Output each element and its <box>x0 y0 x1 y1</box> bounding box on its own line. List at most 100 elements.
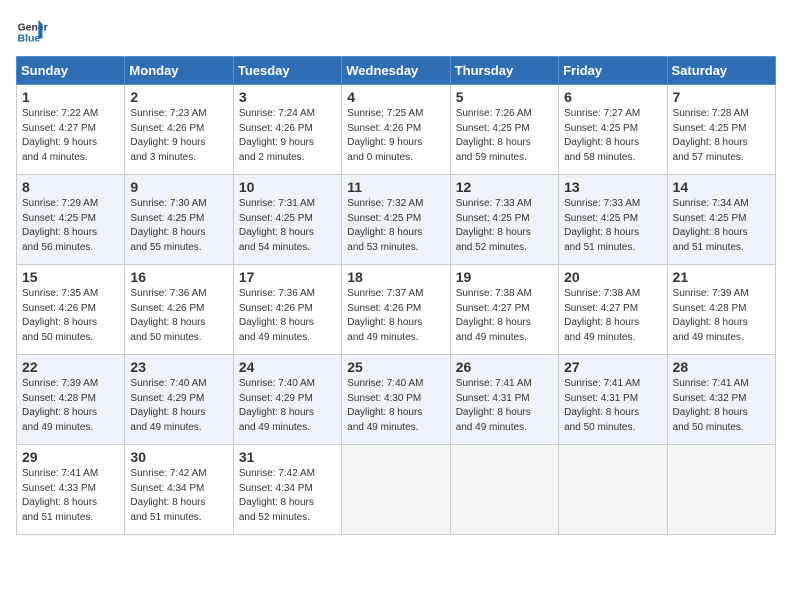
calendar-cell: 31 Sunrise: 7:42 AM Sunset: 4:34 PM Dayli… <box>233 445 341 535</box>
day-number: 25 <box>347 359 444 375</box>
day-info: Sunrise: 7:36 AM Sunset: 4:26 PM Dayligh… <box>130 287 227 345</box>
day-info: Sunrise: 7:41 AM Sunset: 4:31 PM Dayligh… <box>456 377 553 435</box>
day-number: 26 <box>456 359 553 375</box>
day-number: 3 <box>239 89 336 105</box>
calendar-cell: 24 Sunrise: 7:40 AM Sunset: 4:29 PM Dayli… <box>233 355 341 445</box>
day-info: Sunrise: 7:40 AM Sunset: 4:30 PM Dayligh… <box>347 377 444 435</box>
calendar-cell: 21Sunrise: 7:39 AM Sunset: 4:28 PM Dayli… <box>667 265 775 355</box>
day-number: 28 <box>673 359 770 375</box>
day-info: Sunrise: 7:42 AM Sunset: 4:34 PM Dayligh… <box>239 467 336 525</box>
day-info: Sunrise: 7:38 AM Sunset: 4:27 PM Dayligh… <box>564 287 661 345</box>
calendar-week-row: 1 Sunrise: 7:22 AM Sunset: 4:27 PM Daylig… <box>17 85 776 175</box>
calendar-cell: 26 Sunrise: 7:41 AM Sunset: 4:31 PM Dayli… <box>450 355 558 445</box>
svg-text:General: General <box>18 22 48 33</box>
calendar-cell: 16Sunrise: 7:36 AM Sunset: 4:26 PM Dayli… <box>125 265 233 355</box>
day-info: Sunrise: 7:25 AM Sunset: 4:26 PM Dayligh… <box>347 107 444 165</box>
day-info: Sunrise: 7:22 AM Sunset: 4:27 PM Dayligh… <box>22 107 119 165</box>
calendar-cell: 23Sunrise: 7:40 AM Sunset: 4:29 PM Dayli… <box>125 355 233 445</box>
page-header: General Blue <box>16 16 776 48</box>
calendar-cell: 9Sunrise: 7:30 AM Sunset: 4:25 PM Daylig… <box>125 175 233 265</box>
day-info: Sunrise: 7:38 AM Sunset: 4:27 PM Dayligh… <box>456 287 553 345</box>
day-info: Sunrise: 7:41 AM Sunset: 4:31 PM Dayligh… <box>564 377 661 435</box>
calendar-cell: 3 Sunrise: 7:24 AM Sunset: 4:26 PM Daylig… <box>233 85 341 175</box>
weekday-header: Friday <box>559 57 667 85</box>
day-number: 14 <box>673 179 770 195</box>
day-number: 11 <box>347 179 444 195</box>
calendar-cell: 2Sunrise: 7:23 AM Sunset: 4:26 PM Daylig… <box>125 85 233 175</box>
day-number: 10 <box>239 179 336 195</box>
calendar-cell: 8Sunrise: 7:29 AM Sunset: 4:25 PM Daylig… <box>17 175 125 265</box>
weekday-header: Thursday <box>450 57 558 85</box>
calendar-week-row: 15 Sunrise: 7:35 AM Sunset: 4:26 PM Dayli… <box>17 265 776 355</box>
logo-icon: General Blue <box>16 16 48 48</box>
day-number: 2 <box>130 89 227 105</box>
day-number: 18 <box>347 269 444 285</box>
svg-text:Blue: Blue <box>18 34 41 45</box>
day-info: Sunrise: 7:41 AM Sunset: 4:32 PM Dayligh… <box>673 377 770 435</box>
day-info: Sunrise: 7:28 AM Sunset: 4:25 PM Dayligh… <box>673 107 770 165</box>
day-number: 6 <box>564 89 661 105</box>
day-number: 1 <box>22 89 119 105</box>
day-number: 23 <box>130 359 227 375</box>
day-info: Sunrise: 7:40 AM Sunset: 4:29 PM Dayligh… <box>239 377 336 435</box>
day-info: Sunrise: 7:37 AM Sunset: 4:26 PM Dayligh… <box>347 287 444 345</box>
calendar-week-row: 29Sunrise: 7:41 AM Sunset: 4:33 PM Dayli… <box>17 445 776 535</box>
calendar-cell: 11 Sunrise: 7:32 AM Sunset: 4:25 PM Dayli… <box>342 175 450 265</box>
calendar-week-row: 22 Sunrise: 7:39 AM Sunset: 4:28 PM Dayli… <box>17 355 776 445</box>
day-number: 30 <box>130 449 227 465</box>
day-number: 22 <box>22 359 119 375</box>
day-number: 7 <box>673 89 770 105</box>
day-number: 20 <box>564 269 661 285</box>
day-number: 29 <box>22 449 119 465</box>
calendar-cell: 22 Sunrise: 7:39 AM Sunset: 4:28 PM Dayli… <box>17 355 125 445</box>
weekday-header: Tuesday <box>233 57 341 85</box>
calendar-cell: 7 Sunrise: 7:28 AM Sunset: 4:25 PM Daylig… <box>667 85 775 175</box>
calendar-cell: 20 Sunrise: 7:38 AM Sunset: 4:27 PM Dayli… <box>559 265 667 355</box>
calendar-cell: 1 Sunrise: 7:22 AM Sunset: 4:27 PM Daylig… <box>17 85 125 175</box>
day-number: 12 <box>456 179 553 195</box>
calendar-cell <box>559 445 667 535</box>
day-info: Sunrise: 7:34 AM Sunset: 4:25 PM Dayligh… <box>673 197 770 255</box>
day-number: 19 <box>456 269 553 285</box>
weekday-header: Saturday <box>667 57 775 85</box>
calendar-header-row: SundayMondayTuesdayWednesdayThursdayFrid… <box>17 57 776 85</box>
calendar-cell: 19 Sunrise: 7:38 AM Sunset: 4:27 PM Dayli… <box>450 265 558 355</box>
day-info: Sunrise: 7:31 AM Sunset: 4:25 PM Dayligh… <box>239 197 336 255</box>
day-info: Sunrise: 7:42 AM Sunset: 4:34 PM Dayligh… <box>130 467 227 525</box>
day-info: Sunrise: 7:39 AM Sunset: 4:28 PM Dayligh… <box>22 377 119 435</box>
day-info: Sunrise: 7:32 AM Sunset: 4:25 PM Dayligh… <box>347 197 444 255</box>
weekday-header: Monday <box>125 57 233 85</box>
calendar-cell: 25 Sunrise: 7:40 AM Sunset: 4:30 PM Dayli… <box>342 355 450 445</box>
calendar-cell: 14 Sunrise: 7:34 AM Sunset: 4:25 PM Dayli… <box>667 175 775 265</box>
logo: General Blue <box>16 16 48 48</box>
weekday-header: Wednesday <box>342 57 450 85</box>
day-number: 24 <box>239 359 336 375</box>
calendar-cell <box>667 445 775 535</box>
calendar-cell <box>450 445 558 535</box>
day-number: 31 <box>239 449 336 465</box>
day-info: Sunrise: 7:30 AM Sunset: 4:25 PM Dayligh… <box>130 197 227 255</box>
calendar-cell: 13Sunrise: 7:33 AM Sunset: 4:25 PM Dayli… <box>559 175 667 265</box>
day-info: Sunrise: 7:35 AM Sunset: 4:26 PM Dayligh… <box>22 287 119 345</box>
calendar-cell: 6 Sunrise: 7:27 AM Sunset: 4:25 PM Daylig… <box>559 85 667 175</box>
calendar-week-row: 8Sunrise: 7:29 AM Sunset: 4:25 PM Daylig… <box>17 175 776 265</box>
calendar-cell: 29Sunrise: 7:41 AM Sunset: 4:33 PM Dayli… <box>17 445 125 535</box>
day-info: Sunrise: 7:27 AM Sunset: 4:25 PM Dayligh… <box>564 107 661 165</box>
calendar-cell: 12 Sunrise: 7:33 AM Sunset: 4:25 PM Dayli… <box>450 175 558 265</box>
calendar-cell: 17 Sunrise: 7:36 AM Sunset: 4:26 PM Dayli… <box>233 265 341 355</box>
day-number: 17 <box>239 269 336 285</box>
calendar-table: SundayMondayTuesdayWednesdayThursdayFrid… <box>16 56 776 535</box>
day-info: Sunrise: 7:24 AM Sunset: 4:26 PM Dayligh… <box>239 107 336 165</box>
day-info: Sunrise: 7:33 AM Sunset: 4:25 PM Dayligh… <box>456 197 553 255</box>
day-number: 4 <box>347 89 444 105</box>
calendar-cell: 10 Sunrise: 7:31 AM Sunset: 4:25 PM Dayli… <box>233 175 341 265</box>
calendar-cell: 15 Sunrise: 7:35 AM Sunset: 4:26 PM Dayli… <box>17 265 125 355</box>
day-number: 15 <box>22 269 119 285</box>
weekday-header: Sunday <box>17 57 125 85</box>
day-info: Sunrise: 7:33 AM Sunset: 4:25 PM Dayligh… <box>564 197 661 255</box>
day-info: Sunrise: 7:36 AM Sunset: 4:26 PM Dayligh… <box>239 287 336 345</box>
calendar-cell: 18 Sunrise: 7:37 AM Sunset: 4:26 PM Dayli… <box>342 265 450 355</box>
day-number: 5 <box>456 89 553 105</box>
calendar-cell: 28 Sunrise: 7:41 AM Sunset: 4:32 PM Dayli… <box>667 355 775 445</box>
calendar-cell: 27Sunrise: 7:41 AM Sunset: 4:31 PM Dayli… <box>559 355 667 445</box>
